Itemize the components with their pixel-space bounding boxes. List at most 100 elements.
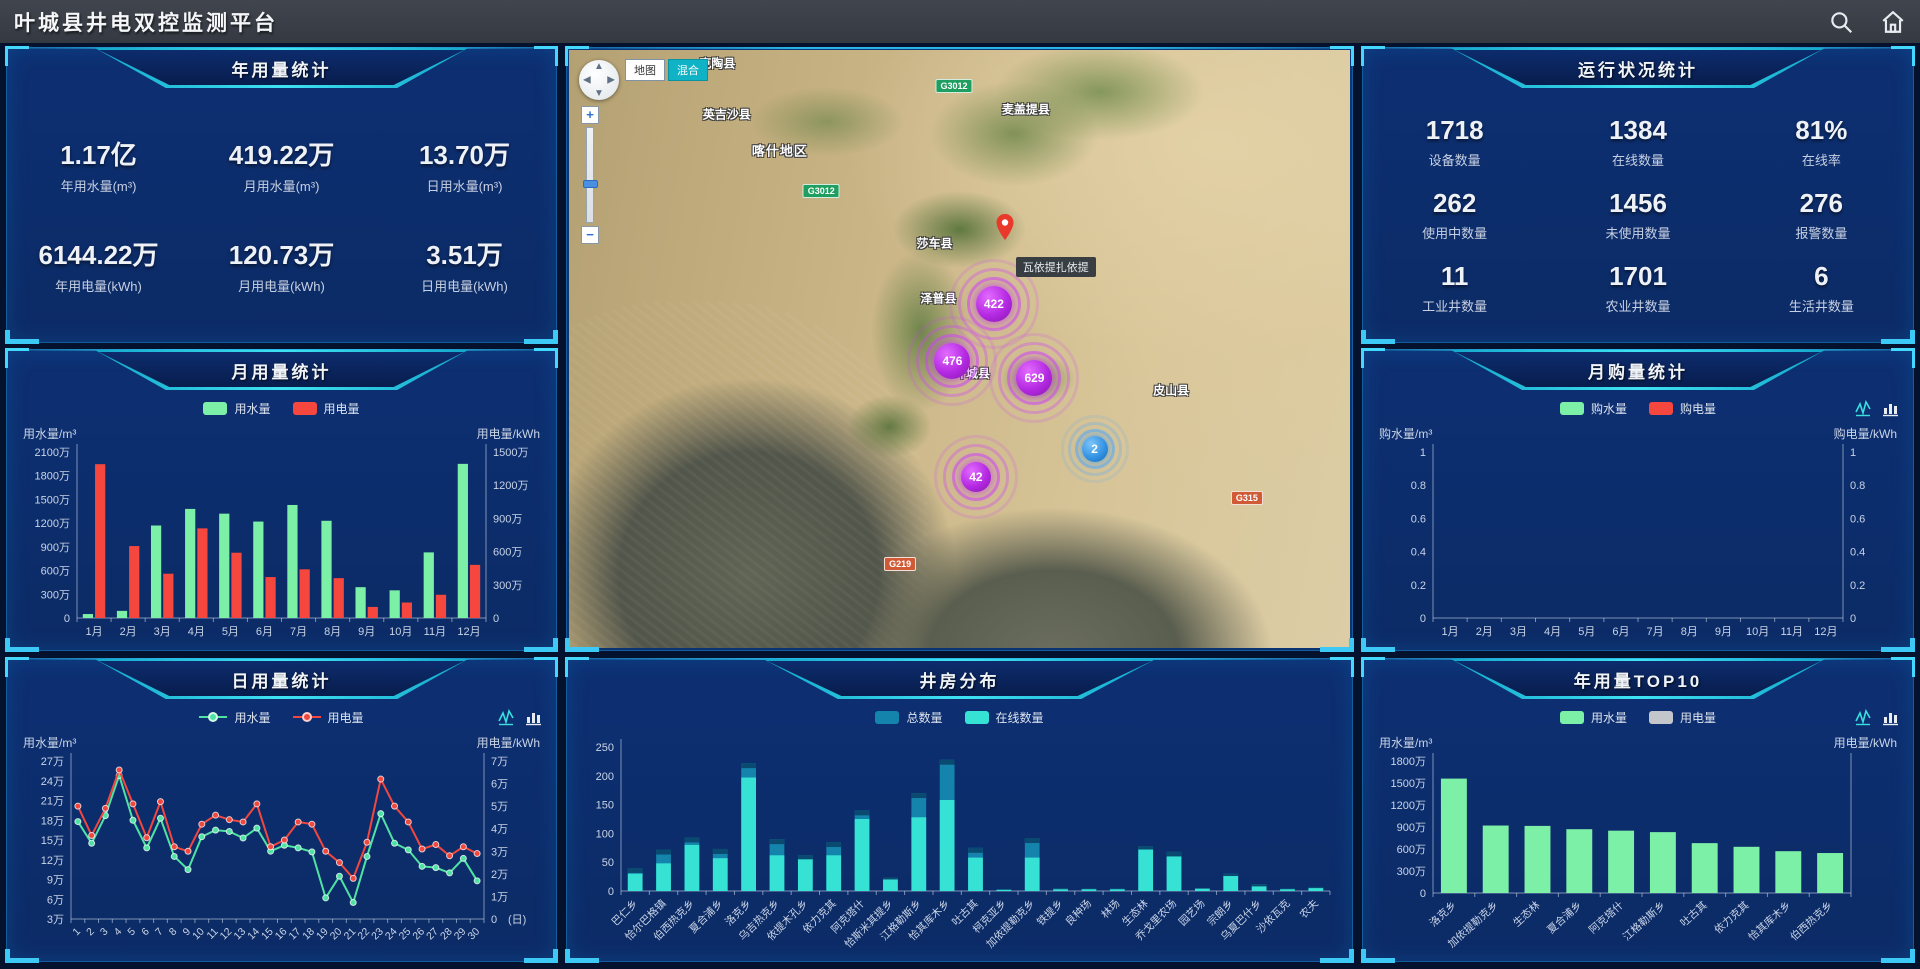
map-pin-marker[interactable] <box>996 214 1014 245</box>
svg-text:0: 0 <box>1420 613 1426 625</box>
svg-text:6: 6 <box>139 926 152 939</box>
legend-item[interactable]: 用电量 <box>1649 709 1716 726</box>
stat-value: 276 <box>1795 188 1847 219</box>
chart-legend: 用水量 用电量 <box>1363 705 1913 729</box>
legend-label: 总数量 <box>906 709 942 726</box>
stat-value: 1456 <box>1605 188 1670 219</box>
svg-text:15万: 15万 <box>41 835 64 847</box>
panel-title: 运行状况统计 <box>1451 48 1825 88</box>
svg-text:1800万: 1800万 <box>35 471 70 483</box>
map-cluster-marker[interactable]: 476 <box>934 343 970 379</box>
svg-text:(日): (日) <box>508 914 526 926</box>
map-cluster-marker[interactable]: 422 <box>976 286 1012 322</box>
svg-text:6月: 6月 <box>256 626 273 638</box>
dashboard: 叶城县井电双控监测平台 年用量统计 1.17亿年用水量(m³)419.22万月用… <box>0 0 1920 969</box>
panel-wellhouse: 井房分布 总数量 在线数量 050100150200250巴仁乡恰尔巴格镇伯西热克… <box>566 658 1353 962</box>
map-type-button-map[interactable]: 地图 <box>625 59 665 81</box>
svg-text:30: 30 <box>465 926 482 943</box>
legend-item[interactable]: 购水量 <box>1560 400 1627 417</box>
home-icon[interactable] <box>1880 9 1906 35</box>
legend-label: 购电量 <box>1680 400 1716 417</box>
legend-item[interactable]: 总数量 <box>875 709 942 726</box>
line-chart-toggle-icon[interactable] <box>1855 709 1872 726</box>
bar-chart-toggle-icon[interactable] <box>1882 709 1899 726</box>
svg-text:27万: 27万 <box>41 756 64 768</box>
wellhouse-distribution-chart: 050100150200250巴仁乡恰尔巴格镇伯西热克乡夏合浦乡洛克乡乌吉热克乡… <box>573 731 1346 955</box>
stat-label: 日用电量(kWh) <box>421 276 508 295</box>
svg-text:依力克其: 依力克其 <box>1712 899 1752 937</box>
svg-text:购水量/m³: 购水量/m³ <box>1379 426 1432 441</box>
svg-text:用水量/m³: 用水量/m³ <box>23 427 76 441</box>
search-icon[interactable] <box>1828 9 1854 35</box>
svg-text:0: 0 <box>1850 613 1856 625</box>
panel-header: 日用量统计 <box>95 659 468 699</box>
bar-chart-toggle-icon[interactable] <box>525 709 542 726</box>
svg-text:加依提勒克乡: 加依提勒克乡 <box>984 897 1038 951</box>
zoom-slider-handle[interactable] <box>583 180 598 188</box>
legend-item[interactable]: 购电量 <box>1649 400 1716 417</box>
panel-monthly-usage: 月用量统计 用水量用电量 用水量/m³用电量/kWh0300万600万900万1… <box>6 349 557 651</box>
legend-item[interactable]: 用电量 <box>293 400 360 417</box>
stat-item: 3.51万日用电量(kWh) <box>421 235 508 295</box>
map-type-button-hybrid[interactable]: 混合 <box>668 59 708 81</box>
stat-item: 1.17亿年用水量(m³) <box>60 135 137 195</box>
stat-label: 报警数量 <box>1795 223 1847 242</box>
stat-label: 月用电量(kWh) <box>229 276 335 295</box>
corner-accent <box>1891 348 1915 368</box>
satellite-map[interactable]: 克陶县英吉沙县喀什地区麦盖提县莎车县泽普县叶城县皮山县G3012G3012G31… <box>569 50 1350 648</box>
legend-label: 用水量 <box>234 709 270 726</box>
svg-text:洛克乡: 洛克乡 <box>1427 899 1459 930</box>
svg-text:0: 0 <box>1420 888 1426 900</box>
panel-map: 克陶县英吉沙县喀什地区麦盖提县莎车县泽普县叶城县皮山县G3012G3012G31… <box>566 47 1353 651</box>
svg-text:3月: 3月 <box>1510 626 1527 638</box>
svg-text:9月: 9月 <box>358 626 375 638</box>
stat-label: 年用电量(kWh) <box>39 276 159 295</box>
stat-value: 419.22万 <box>229 135 335 172</box>
legend-label: 用水量 <box>1591 709 1627 726</box>
legend-item[interactable]: 用电量 <box>293 709 364 726</box>
svg-text:0.2: 0.2 <box>1411 580 1426 592</box>
map-cluster-marker[interactable]: 2 <box>1082 436 1108 462</box>
svg-text:7万: 7万 <box>491 756 508 768</box>
legend-item[interactable]: 用水量 <box>203 400 270 417</box>
stat-item: 1718设备数量 <box>1426 115 1484 169</box>
svg-text:用电量/kWh: 用电量/kWh <box>1834 736 1897 750</box>
annual-stats-grid: 1.17亿年用水量(m³)419.22万月用水量(m³)13.70万日用水量(m… <box>7 96 556 334</box>
daily-usage-chart: 用水量/m³用电量/kWh3万6万9万12万15万18万21万24万27万01万… <box>13 731 550 955</box>
zoom-in-button[interactable]: + <box>581 106 599 124</box>
svg-text:3万: 3万 <box>47 914 64 926</box>
map-pan-control[interactable]: ▲▼◀▶ <box>579 60 619 100</box>
svg-text:伯西热克乡: 伯西热克乡 <box>1787 899 1835 944</box>
corner-accent <box>1330 657 1354 677</box>
svg-text:1月: 1月 <box>85 626 102 638</box>
legend-label: 在线数量 <box>996 709 1044 726</box>
line-chart-toggle-icon[interactable] <box>498 709 515 726</box>
map-cluster-marker[interactable]: 42 <box>961 462 991 492</box>
svg-text:4月: 4月 <box>1544 626 1561 638</box>
svg-text:0: 0 <box>608 886 614 898</box>
svg-text:农夫: 农夫 <box>1297 897 1321 921</box>
svg-text:8月: 8月 <box>1681 626 1698 638</box>
zoom-out-button[interactable]: − <box>581 226 599 244</box>
panel-header: 井房分布 <box>763 659 1156 699</box>
stat-item: 120.73万月用电量(kWh) <box>229 235 335 295</box>
legend-item[interactable]: 用水量 <box>199 709 270 726</box>
map-place-label: 英吉沙县 <box>703 105 751 122</box>
monthly-purchase-chart: 购水量/m³购电量/kWh00.20.40.60.8100.20.40.60.8… <box>1369 422 1907 644</box>
svg-text:5万: 5万 <box>491 801 508 813</box>
legend-item[interactable]: 用水量 <box>1560 709 1627 726</box>
zoom-slider-track[interactable] <box>586 127 594 223</box>
legend-item[interactable]: 在线数量 <box>965 709 1044 726</box>
map-pin-label: 瓦依提扎依提 <box>1016 257 1096 277</box>
map-cluster-marker[interactable]: 629 <box>1016 360 1052 396</box>
legend-swatch <box>203 402 227 415</box>
stat-item: 11工业井数量 <box>1422 261 1487 315</box>
svg-text:1月: 1月 <box>1442 626 1459 638</box>
map-place-label: 喀什地区 <box>752 141 808 160</box>
panel-header: 年用量TOP10 <box>1451 659 1825 699</box>
svg-text:0.4: 0.4 <box>1850 547 1865 559</box>
svg-text:11月: 11月 <box>1781 626 1803 638</box>
bar-chart-toggle-icon[interactable] <box>1882 400 1899 417</box>
line-chart-toggle-icon[interactable] <box>1855 400 1872 417</box>
stat-value: 1384 <box>1609 115 1667 146</box>
